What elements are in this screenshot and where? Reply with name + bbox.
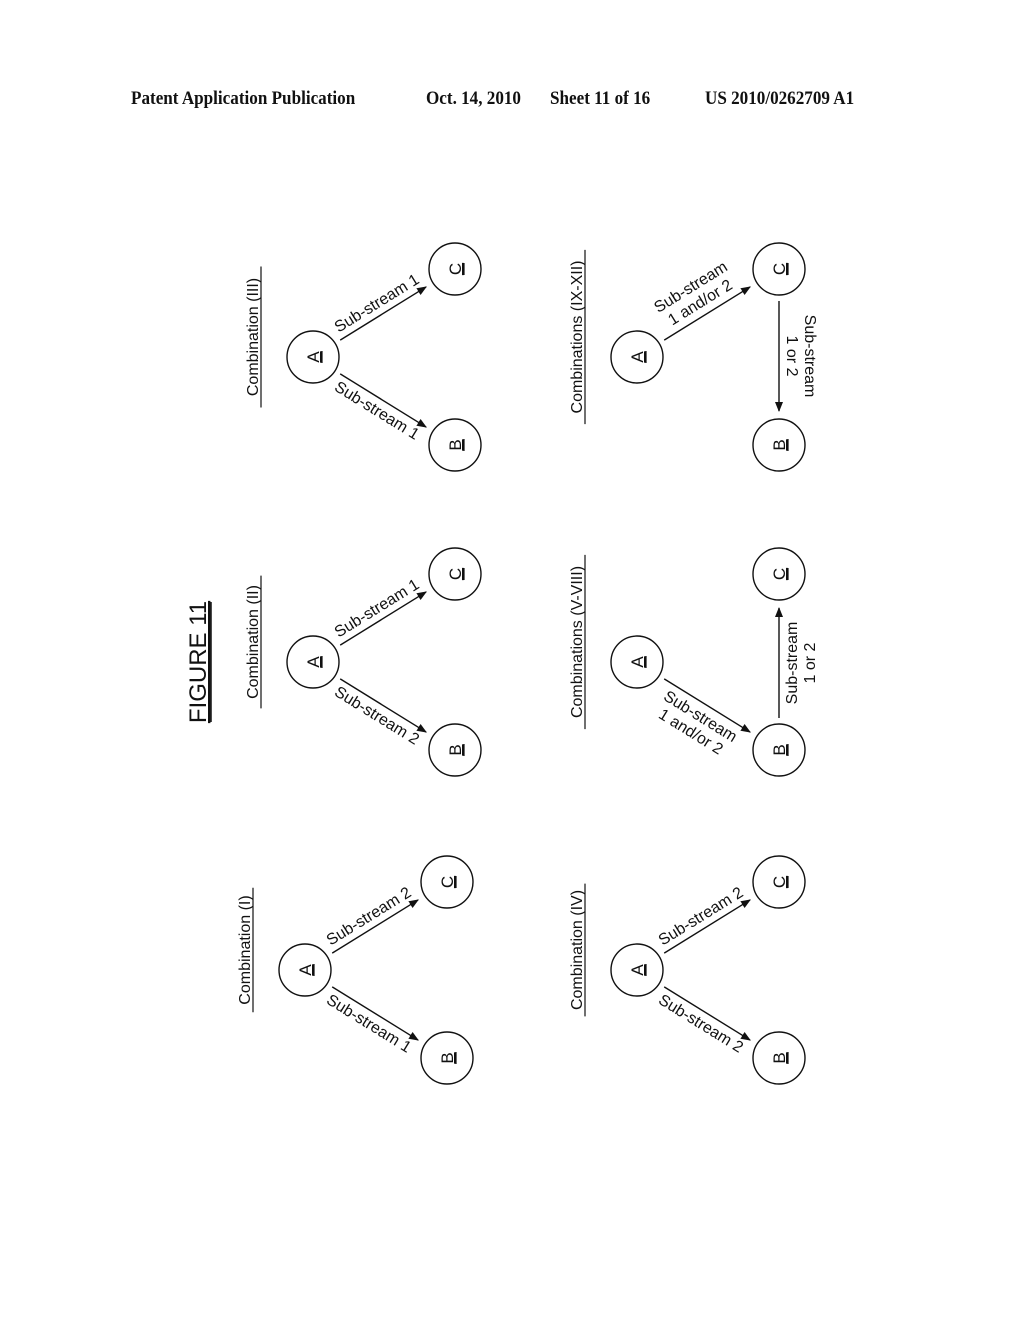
edge-label: Sub-stream 2 — [655, 992, 746, 1057]
edge-label-line: Sub-stream — [784, 622, 801, 705]
node-a-label: A — [628, 351, 647, 363]
diagram-title: Combinations (IX-XII) — [569, 261, 586, 414]
diagram-title: Combination (II) — [245, 585, 262, 699]
edge-label-line: Sub-stream 1 — [323, 992, 414, 1057]
edge-label-line: 1 or 2 — [802, 642, 819, 683]
edge-label-line: Sub-stream 1 — [332, 271, 423, 336]
edge-label: Sub-stream 1 — [331, 379, 422, 444]
node-c-label: C — [770, 876, 789, 888]
node-a-label: A — [304, 656, 323, 668]
diagram-combination-i: Combination (I) A B C Sub-stream 2 Sub-stream… — [237, 855, 474, 1085]
edge-label: Sub-stream 2 — [656, 884, 747, 949]
edge-label-line: Sub-stream 1 — [332, 576, 423, 641]
node-b-label: B — [438, 1052, 457, 1063]
edge-label-line: Sub-stream — [801, 315, 818, 398]
diagram-combination-ii: Combination (II) A B C Sub-stream 1 Sub-strea… — [245, 547, 482, 777]
diagram-combination-iii: Combination (III) A B C Sub-stream 1 Sub-stre… — [245, 242, 482, 472]
node-b-label: B — [770, 1052, 789, 1063]
edge-label: Sub-stream1 or 2 — [784, 622, 819, 705]
edge-label-line: Sub-stream 2 — [656, 884, 747, 949]
edge-label: Sub-stream 2 — [331, 684, 422, 749]
node-c-label: C — [446, 263, 465, 275]
diagram-title: Combinations (V-VIII) — [569, 566, 586, 718]
edge-label: Sub-stream1 or 2 — [783, 315, 818, 398]
diagram-title: Combination (IV) — [569, 890, 586, 1010]
edge-label: Sub-stream 1 — [323, 992, 414, 1057]
figure-11: FIGURE 11 Combination (III) A B C Sub-stream… — [185, 242, 819, 1085]
diagram-combination-iv: Combination (IV) A B C Sub-stream 2 Sub-strea… — [569, 855, 806, 1085]
diagram-title: Combination (I) — [237, 895, 254, 1004]
edge-label-line: Sub-stream 2 — [324, 884, 415, 949]
node-a-label: A — [304, 351, 323, 363]
edge-label-line: Sub-stream 2 — [331, 684, 422, 749]
edge-label: Sub-stream 1 — [332, 271, 423, 336]
node-b-label: B — [446, 439, 465, 450]
node-a-label: A — [628, 964, 647, 976]
node-a-label: A — [628, 656, 647, 668]
diagram-combinations-ix-xii: Combinations (IX-XII) ABCSub-stream1 and/… — [569, 242, 818, 472]
diagram-title: Combination (III) — [245, 278, 262, 396]
node-b-label: B — [770, 439, 789, 450]
node-c-label: C — [446, 568, 465, 580]
node-c-label: C — [438, 876, 457, 888]
node-a-label: A — [296, 964, 315, 976]
figure-title-group: FIGURE 11 — [185, 601, 212, 723]
figure-title: FIGURE 11 — [185, 601, 212, 723]
node-b-label: B — [770, 744, 789, 755]
edge-label-line: Sub-stream 2 — [655, 992, 746, 1057]
diagram-combinations-v-viii: Combinations (V-VIII) ABCSub-stream1 and/… — [569, 547, 819, 777]
node-b-label: B — [446, 744, 465, 755]
node-c-label: C — [770, 568, 789, 580]
edge-label: Sub-stream 1 — [332, 576, 423, 641]
edge-label-line: 1 or 2 — [783, 336, 800, 377]
node-c-label: C — [770, 263, 789, 275]
edge-label-line: Sub-stream 1 — [331, 379, 422, 444]
edge-label: Sub-stream 2 — [324, 884, 415, 949]
